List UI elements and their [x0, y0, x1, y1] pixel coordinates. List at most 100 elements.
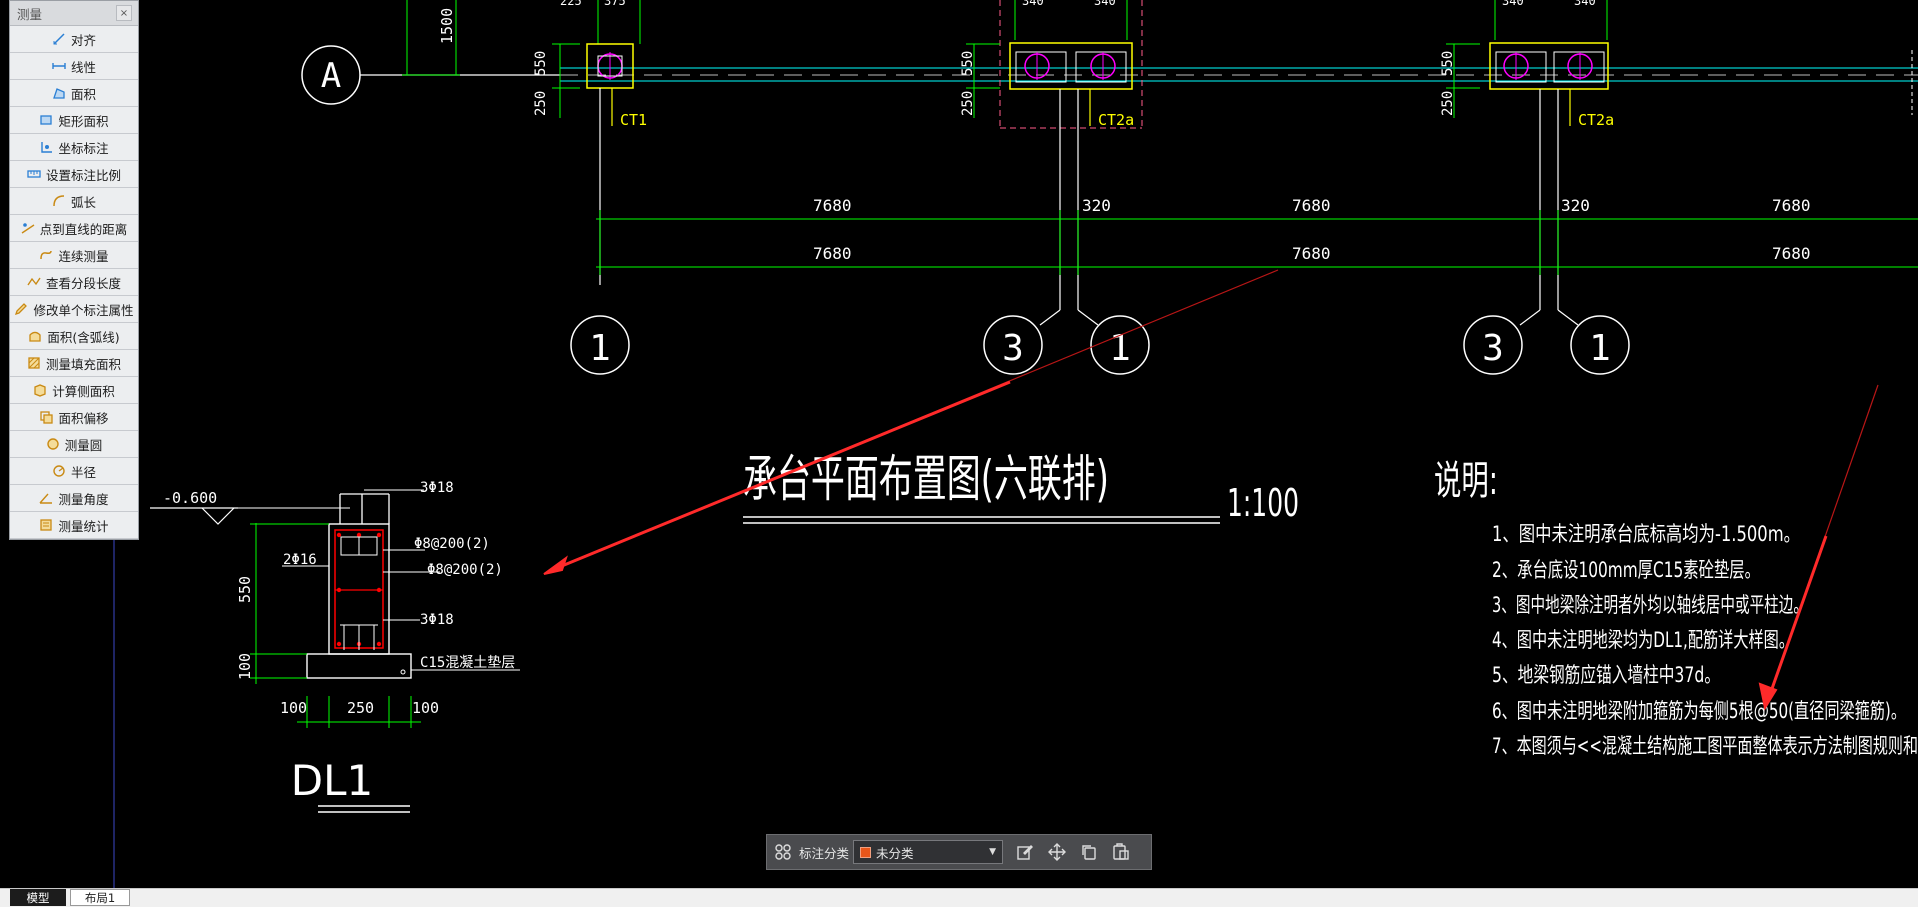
scale-icon — [27, 167, 41, 181]
cap-ct1-label: CT1 — [620, 111, 647, 129]
svg-text:Φ8@200(2): Φ8@200(2) — [427, 562, 503, 578]
chevron-down-icon[interactable]: ▼ — [989, 847, 996, 857]
cap-ct2a-2-label: CT2a — [1578, 111, 1614, 129]
coordinate-icon — [39, 140, 53, 154]
tool-item[interactable]: 线性 — [10, 53, 138, 80]
category-value: 未分类 — [876, 845, 914, 861]
tool-item-label: 测量角度 — [58, 491, 109, 507]
tool-item[interactable]: 计算侧面积 — [10, 377, 138, 404]
svg-text:7680: 7680 — [1772, 196, 1811, 215]
tool-item[interactable]: 面积(含弧线) — [10, 323, 138, 350]
svg-text:100: 100 — [412, 699, 439, 717]
move-icon[interactable] — [1041, 835, 1073, 869]
cap-ct2a-1-label: CT2a — [1098, 111, 1134, 129]
dim-1500: 1500 — [438, 8, 456, 44]
svg-text:3: 3 — [1002, 328, 1024, 369]
svg-text:340: 340 — [1574, 0, 1596, 8]
svg-text:340: 340 — [1094, 0, 1116, 8]
circle-measure-icon — [46, 437, 60, 451]
cad-canvas[interactable]: A 1500 225 375 CT1 550 250 340 340 CT2a … — [0, 0, 1918, 888]
tool-item-label: 连续测量 — [58, 248, 109, 264]
elevation-label: -0.600 — [163, 489, 217, 507]
close-icon[interactable]: × — [116, 5, 132, 21]
plan-title: 承台平面布置图(六联排) — [743, 450, 1109, 508]
tab-model[interactable]: 模型 — [10, 889, 66, 906]
continuous-measure-icon — [39, 248, 53, 262]
svg-text:340: 340 — [1022, 0, 1044, 8]
notes-title: 说明: — [1434, 458, 1498, 504]
svg-text:7680: 7680 — [813, 196, 852, 215]
tool-item-label: 修改单个标注属性 — [33, 302, 134, 318]
tool-item-label: 对齐 — [70, 32, 96, 48]
tool-item[interactable]: 测量统计 — [10, 512, 138, 539]
tool-item[interactable]: 测量填充面积 — [10, 350, 138, 377]
measure-panel: 测量 × 对齐线性面积矩形面积坐标标注设置标注比例 弧长点到直线的距离 连续测量查看… — [9, 0, 139, 540]
fill-area-icon — [27, 356, 41, 370]
svg-text:1: 1 — [1589, 328, 1611, 369]
note-6: 6、图中未注明地梁附加箍筋为每侧5根@50(直径同梁箍筋)。 — [1492, 699, 1906, 723]
tool-item[interactable]: 半径 — [10, 458, 138, 485]
tool-item-label: 计算侧面积 — [52, 383, 115, 399]
svg-text:3Φ18: 3Φ18 — [420, 480, 454, 496]
tool-item-label: 点到直线的距离 — [39, 221, 128, 237]
copy-icon[interactable] — [1073, 835, 1105, 869]
tool-item-label: 矩形面积 — [58, 113, 109, 129]
svg-text:320: 320 — [1561, 196, 1590, 215]
svg-text:250: 250 — [1440, 91, 1456, 116]
panel-header[interactable]: 测量 × — [10, 1, 138, 26]
svg-text:7680: 7680 — [1292, 196, 1331, 215]
tool-item[interactable]: 点到直线的距离 — [10, 215, 138, 242]
tool-item[interactable]: 连续测量 — [10, 242, 138, 269]
tool-list: 对齐线性面积矩形面积坐标标注设置标注比例 弧长点到直线的距离 连续测量查看分段长度修… — [10, 26, 138, 539]
grid-menu-icon[interactable] — [767, 835, 799, 869]
tool-item[interactable]: 查看分段长度 — [10, 269, 138, 296]
tool-item-label: 设置标注比例 — [45, 167, 121, 183]
aligned-dimension-icon — [52, 32, 66, 46]
category-label: 标注分类 — [799, 845, 850, 861]
category-select[interactable]: 未分类 ▼ — [853, 840, 1004, 864]
note-3: 3、图中地梁除注明者外均以轴线居中或平柱边。 — [1492, 593, 1808, 617]
tool-item[interactable]: 矩形面积 — [10, 107, 138, 134]
svg-text:3: 3 — [1482, 328, 1504, 369]
tool-item[interactable]: 面积偏移 — [10, 404, 138, 431]
tool-item[interactable]: 坐标标注 — [10, 134, 138, 161]
plan-scale: 1:100 — [1227, 481, 1299, 525]
segment-length-icon — [27, 275, 41, 289]
svg-text:7680: 7680 — [813, 244, 852, 263]
tool-item-label: 坐标标注 — [58, 140, 109, 156]
tool-item[interactable]: 修改单个标注属性 — [10, 296, 138, 323]
tool-item-label: 线性 — [70, 59, 96, 75]
svg-text:3Φ18: 3Φ18 — [420, 612, 454, 628]
svg-text:1: 1 — [1109, 328, 1131, 369]
tool-item-label: 测量填充面积 — [45, 356, 121, 372]
svg-text:C15混凝土垫层: C15混凝土垫层 — [420, 655, 515, 671]
arc-length-icon — [52, 194, 66, 208]
tool-item[interactable]: 面积 — [10, 80, 138, 107]
rectangle-area-icon — [39, 113, 53, 127]
note-7: 7、本图须与<<混凝土结构施工图平面整体表示方法制图规则和 — [1492, 734, 1918, 758]
tool-item[interactable]: 设置标注比例 — [10, 161, 138, 188]
tool-item[interactable]: 测量角度 — [10, 485, 138, 512]
edit-icon[interactable] — [1009, 835, 1041, 869]
tool-item-label: 弧长 — [70, 194, 96, 210]
tool-item[interactable]: 测量圆 — [10, 431, 138, 458]
tool-item[interactable]: 弧长 — [10, 188, 138, 215]
svg-text:320: 320 — [1082, 196, 1111, 215]
tool-item-label: 面积(含弧线) — [47, 329, 120, 345]
svg-text:Φ8@200(2): Φ8@200(2) — [414, 536, 490, 552]
layout-tabbar: 模型 布局1 — [0, 888, 1918, 907]
statistics-icon — [39, 518, 53, 532]
svg-text:250: 250 — [960, 91, 976, 116]
tool-item[interactable]: 对齐 — [10, 26, 138, 53]
svg-text:225: 225 — [560, 0, 582, 8]
tab-layout1[interactable]: 布局1 — [70, 889, 130, 906]
svg-text:550: 550 — [960, 51, 976, 76]
paste-icon[interactable] — [1105, 835, 1137, 869]
note-4: 4、图中未注明地梁均为DL1,配筋详大样图。 — [1492, 628, 1794, 652]
arc-area-icon — [28, 329, 42, 343]
svg-text:375: 375 — [604, 0, 626, 8]
svg-text:550: 550 — [1440, 51, 1456, 76]
axis-a-label: A — [321, 56, 341, 96]
svg-text:7680: 7680 — [1292, 244, 1331, 263]
tool-item-label: 测量统计 — [58, 518, 109, 534]
